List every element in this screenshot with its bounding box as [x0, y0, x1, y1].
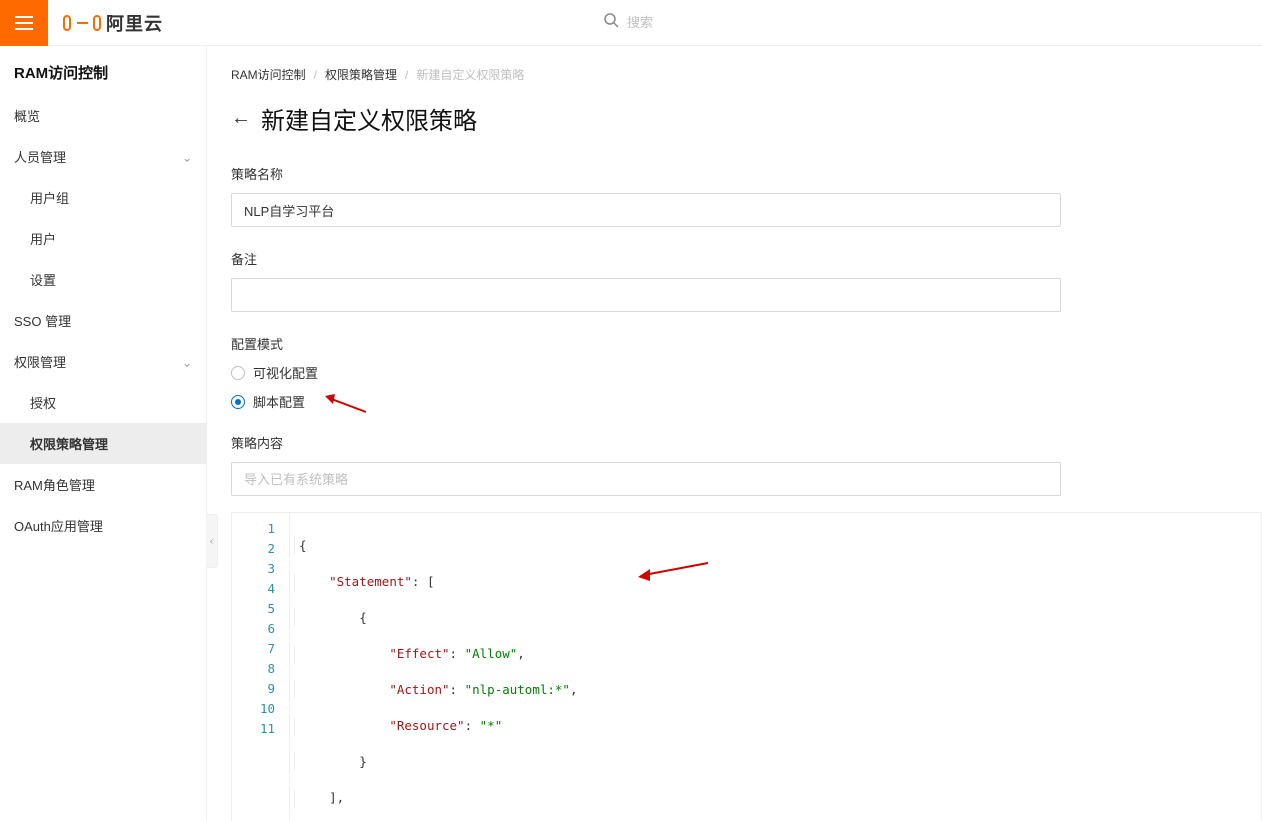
- menu-icon: [15, 16, 33, 30]
- breadcrumb-link[interactable]: 权限策略管理: [325, 66, 397, 83]
- chevron-up-icon: ⌃: [182, 355, 192, 369]
- sidebar-item-users[interactable]: 用户: [0, 218, 206, 259]
- sidebar-item-personnel[interactable]: 人员管理 ⌃: [0, 136, 206, 177]
- logo[interactable]: 阿里云: [62, 10, 163, 36]
- sidebar-item-sso[interactable]: SSO 管理: [0, 300, 206, 341]
- sidebar-item-permission[interactable]: 权限管理 ⌃: [0, 341, 206, 382]
- sidebar-item-label: 用户: [30, 229, 56, 248]
- content-label: 策略内容: [231, 433, 1238, 452]
- search-icon[interactable]: [603, 12, 619, 33]
- sidebar-item-policy-mgmt[interactable]: 权限策略管理: [0, 423, 206, 464]
- breadcrumb-current: 新建自定义权限策略: [416, 66, 524, 83]
- breadcrumb-separator: /: [405, 68, 408, 82]
- radio-visual-mode[interactable]: 可视化配置: [231, 363, 1238, 382]
- annotation-arrow-icon: [321, 390, 371, 418]
- main-content: RAM访问控制 / 权限策略管理 / 新建自定义权限策略 ← 新建自定义权限策略…: [207, 46, 1262, 821]
- back-arrow-icon[interactable]: ←: [231, 107, 251, 130]
- sidebar-item-ram-roles[interactable]: RAM角色管理: [0, 464, 206, 505]
- sidebar-item-label: 授权: [30, 393, 56, 412]
- radio-icon: [231, 366, 245, 380]
- logo-icon: [62, 12, 102, 34]
- import-policy-input[interactable]: [231, 462, 1061, 496]
- search-input[interactable]: [627, 15, 827, 30]
- sidebar-item-oauth[interactable]: OAuth应用管理: [0, 505, 206, 546]
- line-gutter: 1234567891011: [232, 513, 290, 821]
- radio-label: 脚本配置: [253, 392, 305, 411]
- sidebar-item-label: 权限管理: [14, 352, 66, 371]
- radio-icon: [231, 395, 245, 409]
- chevron-up-icon: ⌃: [182, 150, 192, 164]
- breadcrumb-separator: /: [314, 68, 317, 82]
- mode-label: 配置模式: [231, 334, 1238, 353]
- sidebar-item-label: 概览: [14, 106, 40, 125]
- radio-label: 可视化配置: [253, 363, 318, 382]
- sidebar-item-label: 设置: [30, 270, 56, 289]
- sidebar-item-label: OAuth应用管理: [14, 516, 103, 535]
- sidebar-item-settings[interactable]: 设置: [0, 259, 206, 300]
- sidebar-item-label: 人员管理: [14, 147, 66, 166]
- sidebar-item-overview[interactable]: 概览: [0, 95, 206, 136]
- code-editor[interactable]: 1234567891011 { "Statement": [ { "Effect…: [231, 512, 1262, 821]
- page-title: 新建自定义权限策略: [261, 101, 477, 136]
- logo-text: 阿里云: [106, 10, 163, 36]
- policy-name-label: 策略名称: [231, 164, 1238, 183]
- sidebar-item-label: SSO 管理: [14, 311, 71, 330]
- breadcrumb-link[interactable]: RAM访问控制: [231, 66, 306, 83]
- sidebar-item-authorize[interactable]: 授权: [0, 382, 206, 423]
- remark-label: 备注: [231, 249, 1238, 268]
- code-content: { "Statement": [ { "Effect": "Allow", "A…: [290, 513, 1261, 821]
- sidebar: RAM访问控制 概览 人员管理⌃ 用户组 用户 设置 SSO 管理 权限管理⌃ …: [0, 46, 207, 821]
- hamburger-menu-button[interactable]: [0, 0, 48, 46]
- sidebar-item-user-groups[interactable]: 用户组: [0, 177, 206, 218]
- sidebar-item-label: RAM角色管理: [14, 475, 95, 494]
- sidebar-title: RAM访问控制: [0, 46, 206, 95]
- policy-name-input[interactable]: [231, 193, 1061, 227]
- sidebar-item-label: 用户组: [30, 188, 69, 207]
- sidebar-item-label: 权限策略管理: [30, 434, 108, 453]
- breadcrumb: RAM访问控制 / 权限策略管理 / 新建自定义权限策略: [231, 66, 1238, 83]
- remark-input[interactable]: [231, 278, 1061, 312]
- radio-script-mode[interactable]: 脚本配置: [231, 392, 1238, 411]
